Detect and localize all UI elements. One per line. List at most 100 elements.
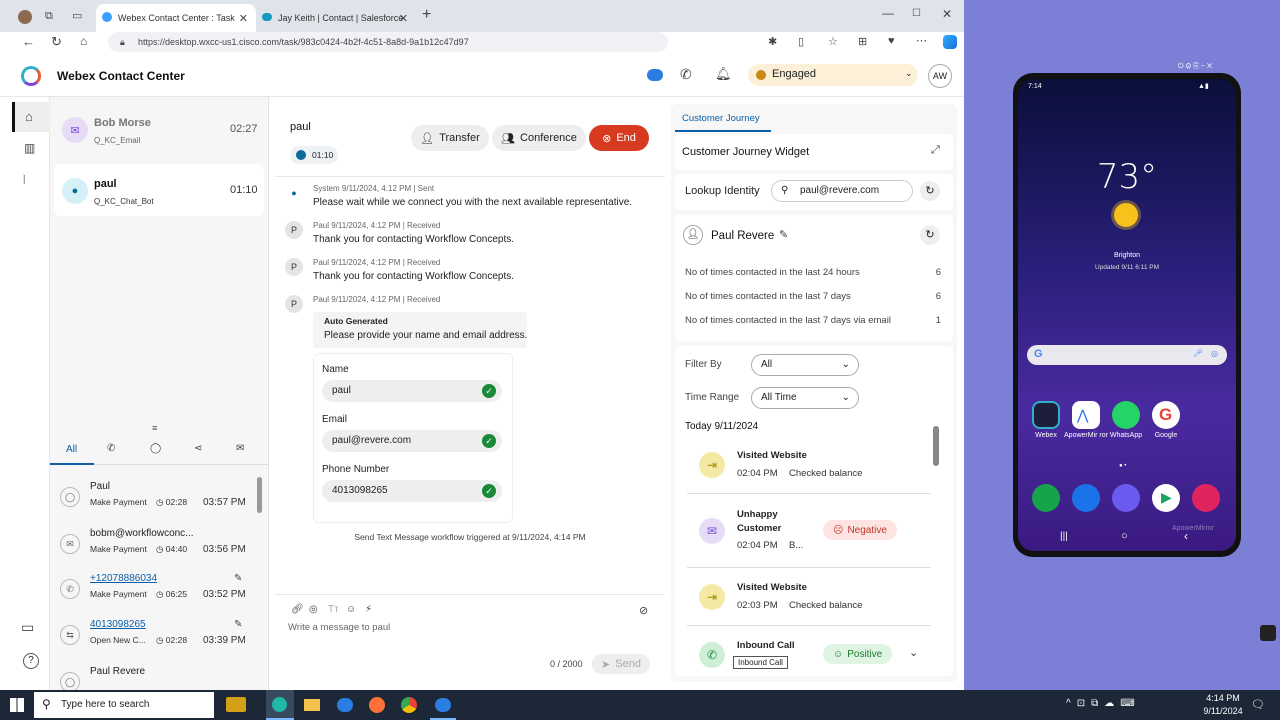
- tab-chat-icon[interactable]: ◯: [150, 443, 161, 454]
- google-app-icon[interactable]: G: [1152, 401, 1180, 429]
- refresh-customer-icon[interactable]: ↻: [920, 225, 940, 245]
- clock-date[interactable]: 9/11/2024: [1200, 706, 1246, 716]
- apowermirror-app-icon[interactable]: ⋀: [1072, 401, 1100, 429]
- back-button-icon[interactable]: ‹: [1184, 529, 1188, 543]
- text-format-icon[interactable]: Tт: [328, 604, 339, 615]
- status-dropdown[interactable]: Engaged ⌄: [748, 64, 918, 86]
- reload-icon[interactable]: ↻: [51, 34, 62, 50]
- tab-webex[interactable]: Webex Contact Center : Task ✕: [96, 4, 256, 32]
- phone-icon[interactable]: ✆: [680, 66, 692, 83]
- webex-app-icon[interactable]: [1032, 401, 1060, 429]
- webex-app-icon[interactable]: [647, 69, 663, 81]
- user-avatar[interactable]: AW: [928, 64, 952, 88]
- history-phone-link[interactable]: +12078886034: [90, 573, 157, 584]
- lookup-input[interactable]: ⚲ paul@revere.com: [771, 180, 913, 202]
- phone-app-icon[interactable]: [1032, 484, 1060, 512]
- profile-avatar[interactable]: [18, 10, 32, 24]
- taskbar-search[interactable]: ⚲ Type here to search: [34, 692, 214, 718]
- tab-salesforce[interactable]: Jay Keith | Contact | Salesforce ✕: [256, 4, 416, 32]
- transfer-button[interactable]: 👤︎ Transfer: [411, 125, 489, 151]
- edit-icon[interactable]: ✎: [234, 619, 242, 630]
- history-scrollbar[interactable]: [257, 477, 262, 513]
- quick-reply-icon[interactable]: ⚡︎: [365, 604, 372, 615]
- side-panel-icon[interactable]: [1260, 625, 1276, 641]
- event-unhappy-customer[interactable]: ✉ Unhappy Customer 02:04 PM B... ☹ Negati…: [687, 496, 931, 568]
- messages-app-icon[interactable]: [1072, 484, 1100, 512]
- notification-icon[interactable]: 🗨︎: [1251, 698, 1265, 711]
- chevron-down-icon[interactable]: ⌄: [909, 646, 918, 659]
- tab-actions-icon[interactable]: ▭: [72, 9, 82, 22]
- timeline-scrollbar[interactable]: [933, 426, 939, 466]
- home-button-icon[interactable]: ○: [1121, 530, 1128, 542]
- file-explorer-icon[interactable]: [304, 699, 320, 711]
- clock-time[interactable]: 4:14 PM: [1205, 693, 1241, 703]
- maximize-icon[interactable]: ☐: [912, 8, 921, 19]
- drag-handle-icon[interactable]: ≡: [152, 423, 157, 433]
- send-button[interactable]: ➤ Send: [592, 654, 650, 674]
- whatsapp-icon[interactable]: ◎: [309, 604, 318, 615]
- history-item[interactable]: ⇆ 4013098265 Open New C... ◷ 02:28 03:39…: [60, 619, 260, 661]
- start-button-icon[interactable]: [10, 698, 24, 712]
- edit-icon[interactable]: ✎: [234, 573, 242, 584]
- back-icon[interactable]: ←: [22, 34, 35, 49]
- more-menu-icon[interactable]: ⋯: [916, 34, 927, 47]
- edit-icon[interactable]: ✎: [779, 228, 788, 241]
- webex-taskbar-icon[interactable]: [337, 698, 353, 712]
- copilot-icon[interactable]: [943, 35, 957, 49]
- event-visited-website[interactable]: ⇥ Visited Website 02:03 PM Checked balan…: [687, 570, 931, 626]
- browser-extension-icon[interactable]: ♥: [888, 35, 895, 47]
- tab-social-icon[interactable]: ⋖: [194, 443, 202, 454]
- webex-active-app-icon[interactable]: [430, 690, 456, 720]
- notification-bell-icon[interactable]: 🔔︎: [715, 66, 732, 82]
- history-phone-link[interactable]: 4013098265: [90, 619, 146, 630]
- tab-email-icon[interactable]: ✉: [236, 443, 244, 454]
- recent-apps-icon[interactable]: |||: [1060, 531, 1068, 542]
- extension-icon[interactable]: ✱: [768, 35, 777, 48]
- url-field[interactable]: 🔒︎ https://desktop.wxcc-us1.cisco.com/ta…: [108, 32, 668, 52]
- emoji-icon[interactable]: ☺: [346, 604, 356, 615]
- message-input[interactable]: Write a message to paul: [288, 622, 648, 633]
- briefcase-app-icon[interactable]: [226, 697, 246, 712]
- tab-calls-icon[interactable]: ✆: [107, 443, 115, 454]
- analytics-icon[interactable]: ▥: [24, 141, 35, 155]
- time-range-select[interactable]: All Time ⌄: [751, 387, 859, 409]
- close-tab-icon[interactable]: ✕: [399, 12, 408, 25]
- nav-home[interactable]: ⌂: [12, 102, 50, 132]
- history-item[interactable]: ✉ bobm@workflowconc... Make Payment ◷ 04…: [60, 528, 260, 570]
- check-circle-icon[interactable]: ⊘: [639, 604, 648, 617]
- history-item[interactable]: ◯ Paul Revere: [60, 666, 260, 690]
- history-item[interactable]: ◯ Paul Make Payment ◷ 02:28 03:57 PM: [60, 481, 260, 523]
- task-card-chat[interactable]: ● paul Q_KC_Chat_Bot 01:10: [54, 164, 264, 216]
- tab-all[interactable]: All: [66, 444, 77, 455]
- audio-wave-icon[interactable]: ⦚: [23, 173, 26, 188]
- chat-feedback-icon[interactable]: ▭: [21, 619, 34, 636]
- firefox-app-icon[interactable]: [369, 697, 385, 713]
- task-card-email[interactable]: ✉ Bob Morse Q_KC_Email 02:27: [54, 103, 264, 155]
- internet-app-icon[interactable]: [1112, 484, 1140, 512]
- google-search-bar[interactable]: G 🎤︎ ◎: [1027, 345, 1227, 365]
- edge-app-icon[interactable]: [266, 690, 294, 720]
- new-tab-icon[interactable]: +: [422, 6, 431, 24]
- attach-icon[interactable]: 🔗︎: [291, 604, 304, 615]
- whatsapp-app-icon[interactable]: [1112, 401, 1140, 429]
- filter-by-select[interactable]: All ⌄: [751, 354, 859, 376]
- play-store-app-icon[interactable]: ▶: [1152, 484, 1180, 512]
- expand-icon[interactable]: ⤢: [931, 144, 940, 157]
- split-view-icon[interactable]: ▯: [798, 35, 804, 48]
- camera-app-icon[interactable]: [1192, 484, 1220, 512]
- close-tab-icon[interactable]: ✕: [239, 12, 248, 25]
- tray-icons[interactable]: ^⊡⧉☁⌨: [1066, 698, 1141, 709]
- collections-icon[interactable]: ⊞: [858, 35, 867, 48]
- history-item[interactable]: ✆ +12078886034 Make Payment ◷ 06:25 03:5…: [60, 573, 260, 615]
- close-window-icon[interactable]: ✕: [942, 7, 952, 21]
- refresh-lookup-icon[interactable]: ↻: [920, 181, 940, 201]
- help-icon[interactable]: ?: [23, 653, 39, 669]
- chrome-app-icon[interactable]: [401, 697, 417, 713]
- conference-button[interactable]: 👥︎ Conference: [492, 125, 586, 151]
- favorites-icon[interactable]: ☆: [828, 35, 838, 48]
- tab-customer-journey[interactable]: Customer Journey: [682, 113, 760, 124]
- home-icon[interactable]: ⌂: [80, 34, 87, 48]
- end-button[interactable]: ⊗ End: [589, 125, 649, 151]
- event-inbound-call[interactable]: ✆ Inbound Call ☺ Positive ⌄ Inbound Call: [687, 628, 931, 676]
- minimize-icon[interactable]: —: [882, 6, 894, 20]
